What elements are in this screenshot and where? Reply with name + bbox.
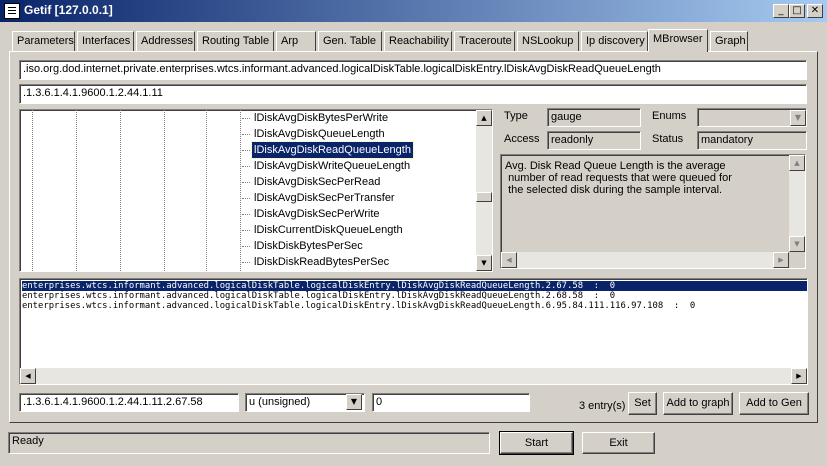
tab-addresses[interactable]: Addresses <box>136 31 195 51</box>
scroll-right-icon[interactable]: ▶ <box>773 252 789 268</box>
tree-item-label: lDiskAvgDiskWriteQueueLength <box>254 160 411 172</box>
tab-traceroute[interactable]: Traceroute <box>454 31 515 51</box>
status-bar: Ready <box>8 432 490 454</box>
tree-item-label: lDiskAvgDiskSecPerRead <box>254 176 381 188</box>
tree-guide-line <box>206 110 207 271</box>
desc-hscrollbar[interactable]: ◀ ▶ <box>501 252 789 268</box>
scroll-up-icon[interactable]: ▲ <box>476 110 492 126</box>
scroll-left-icon[interactable]: ◀ <box>20 368 36 384</box>
tab-nslookup[interactable]: NSLookup <box>517 31 579 51</box>
mib-tree[interactable]: lDiskAvgDiskBytesPerWrite lDiskAvgDiskQu… <box>19 109 493 272</box>
result-row[interactable]: enterprises.wtcs.informant.advanced.logi… <box>22 301 695 311</box>
tab-routing-table[interactable]: Routing Table <box>197 31 274 51</box>
tree-item-label: lDiskAvgDiskSecPerTransfer <box>254 192 395 204</box>
tree-guide-line <box>164 110 165 271</box>
scroll-down-icon[interactable]: ▼ <box>789 236 805 252</box>
scroll-left-icon[interactable]: ◀ <box>501 252 517 268</box>
tab-graph[interactable]: Graph <box>710 31 748 51</box>
oid-numeric-field[interactable]: .1.3.6.1.4.1.9600.1.2.44.1.11 <box>19 84 807 104</box>
enums-label: Enums <box>652 110 687 122</box>
tree-item-label: lDiskDiskBytesPerSec <box>254 240 363 252</box>
tab-arp[interactable]: Arp <box>276 31 316 51</box>
close-button[interactable]: ✕ <box>807 4 823 18</box>
tree-guide-line <box>240 110 241 271</box>
set-value-field[interactable]: 0 <box>372 393 530 412</box>
status-label: Status <box>652 133 684 145</box>
add-to-graph-button[interactable]: Add to graph <box>663 392 733 415</box>
minimize-button[interactable]: _ <box>773 4 789 18</box>
result-row[interactable]: enterprises.wtcs.informant.advanced.logi… <box>22 281 807 291</box>
tree-item-label: lDiskDiskReadBytesPerSec <box>254 256 390 268</box>
tab-gen-table[interactable]: Gen. Table <box>318 31 382 51</box>
tree-item-label: lDiskAvgDiskSecPerWrite <box>254 208 380 220</box>
tree-vscrollbar[interactable]: ▲ ▼ <box>476 110 492 271</box>
access-label: Access <box>504 133 540 145</box>
window-title: Getif [127.0.0.1] <box>24 3 113 17</box>
tree-item-label: lDiskCurrentDiskQueueLength <box>254 224 403 236</box>
scroll-right-icon[interactable]: ▶ <box>791 368 807 384</box>
chevron-down-icon[interactable]: ▼ <box>346 394 362 410</box>
tab-mbrowser[interactable]: MBrowser <box>648 29 708 52</box>
oid-name-field[interactable]: .iso.org.dod.internet.private.enterprise… <box>19 60 807 80</box>
results-hscrollbar[interactable]: ◀ ▶ <box>20 368 807 384</box>
access-field: readonly <box>547 131 641 150</box>
entry-count: 3 entry(s) <box>579 400 626 412</box>
tab-reachability[interactable]: Reachability <box>384 31 452 51</box>
tab-interfaces[interactable]: Interfaces <box>77 31 134 51</box>
type-label: Type <box>504 110 528 122</box>
tree-guide-line <box>76 110 77 271</box>
tab-ip-discovery[interactable]: Ip discovery <box>581 31 648 51</box>
title-bar: Getif [127.0.0.1] _ □ ✕ <box>0 0 827 22</box>
start-button[interactable]: Start <box>499 431 574 455</box>
scroll-up-icon[interactable]: ▲ <box>789 155 805 171</box>
status-field: mandatory <box>697 131 807 150</box>
tab-parameters[interactable]: Parameters <box>12 31 75 51</box>
add-to-gen-button[interactable]: Add to Gen <box>739 392 809 415</box>
description-text: Avg. Disk Read Queue Length is the avera… <box>505 160 732 196</box>
set-oid-field[interactable]: .1.3.6.1.4.1.9600.1.2.44.1.11.2.67.58 <box>19 393 239 412</box>
scroll-thumb[interactable] <box>476 192 492 202</box>
exit-button[interactable]: Exit <box>582 432 655 454</box>
set-button[interactable]: Set <box>628 392 657 415</box>
tree-item-label: lDiskAvgDiskBytesPerWrite <box>254 112 389 124</box>
result-row[interactable]: enterprises.wtcs.informant.advanced.logi… <box>22 291 615 301</box>
tree-guide-line <box>32 110 33 271</box>
chevron-down-icon[interactable]: ▼ <box>790 110 806 126</box>
tree-guide-line <box>120 110 121 271</box>
tree-item-label: lDiskAvgDiskQueueLength <box>254 128 385 140</box>
tree-item-label: lDiskAvgDiskReadQueueLength <box>251 141 414 159</box>
scroll-down-icon[interactable]: ▼ <box>476 255 492 271</box>
maximize-button[interactable]: □ <box>789 4 805 18</box>
desc-vscrollbar[interactable]: ▲ ▼ <box>789 155 805 252</box>
type-field: gauge <box>547 108 641 127</box>
app-icon[interactable] <box>4 3 20 19</box>
